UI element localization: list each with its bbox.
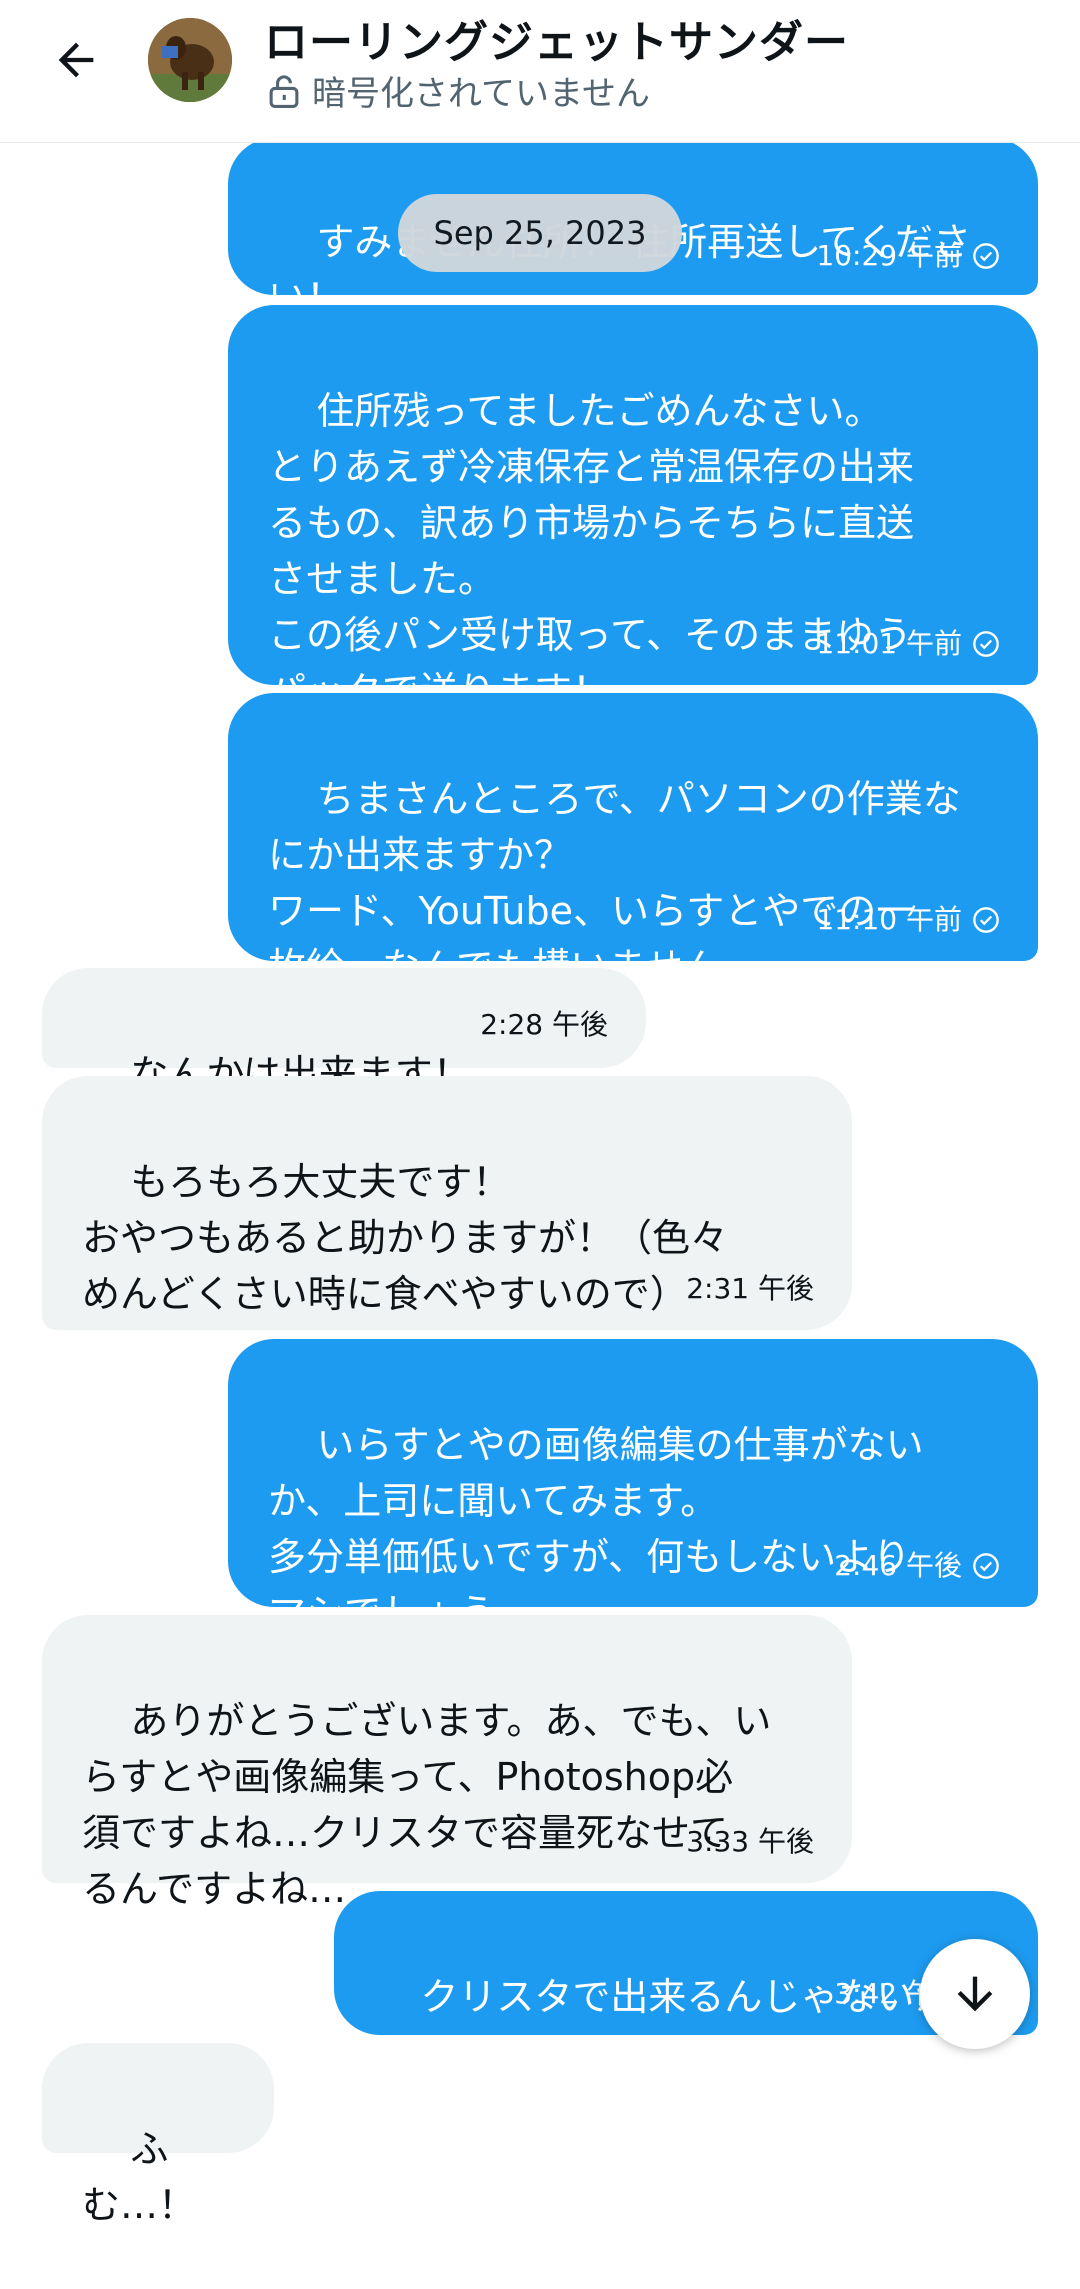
horse-avatar-image bbox=[148, 18, 232, 102]
back-button[interactable] bbox=[40, 30, 112, 90]
arrow-down-icon bbox=[957, 1976, 993, 2012]
message-bubble-outgoing[interactable]: 住所残ってましたごめんなさい。 とりあえず冷凍保存と常温保存の出来 るもの、訳あ… bbox=[228, 305, 1038, 713]
message-timestamp: 2:46 午後 bbox=[834, 1549, 1000, 1583]
message-text: ちまさんところで、パソコンの作業な にか出来ますか？ ワード、YouTube、い… bbox=[268, 777, 961, 989]
scroll-to-bottom-button[interactable] bbox=[920, 1939, 1030, 2049]
unlocked-padlock-icon bbox=[269, 74, 299, 108]
encryption-status-text: 暗号化されていません bbox=[312, 74, 650, 114]
message-timestamp: 3:33 午後 bbox=[686, 1825, 814, 1858]
message-bubble-incoming[interactable]: ふむ…！ bbox=[42, 2043, 274, 2227]
message-text: ありがとうございます。あ、でも、い らすとや画像編集って、Photoshop必 … bbox=[82, 1699, 772, 1911]
check-circle-icon bbox=[973, 243, 999, 269]
message-bubble-incoming[interactable]: もろもろ大丈夫です！ おやつもあると助かりますが！（色々 めんどくさい時に食べや… bbox=[42, 1076, 852, 1330]
message-timestamp: 11:01 午前 bbox=[816, 627, 1000, 661]
check-circle-icon bbox=[973, 907, 999, 933]
message-text: 住所残ってましたごめんなさい。 とりあえず冷凍保存と常温保存の出来 るもの、訳あ… bbox=[268, 389, 915, 713]
message-text: ふむ…！ bbox=[82, 2127, 197, 2227]
message-timestamp: 11:10 午前 bbox=[816, 903, 1000, 937]
avatar[interactable] bbox=[148, 18, 232, 102]
message-list[interactable]: すみません住所！ 住所再送してくださ い！ 10:29 午前 Sep 25, 2… bbox=[0, 138, 1080, 2227]
message-text: いらすとやの画像編集の仕事がない か、上司に聞いてみます。 多分単価低いですが、… bbox=[268, 1423, 924, 1635]
encryption-status: 暗号化されていません bbox=[268, 66, 650, 115]
message-bubble-outgoing[interactable]: いらすとやの画像編集の仕事がない か、上司に聞いてみます。 多分単価低いですが、… bbox=[228, 1339, 1038, 1635]
message-timestamp: 10:29 午前 bbox=[816, 239, 1000, 273]
message-timestamp: 2:28 午後 bbox=[480, 1008, 608, 1041]
conversation-title[interactable]: ローリングジェットサンダー bbox=[264, 6, 849, 70]
arrow-left-icon bbox=[58, 42, 94, 78]
message-text: もろもろ大丈夫です！ おやつもあると助かりますが！（色々 めんどくさい時に食べや… bbox=[82, 1160, 729, 1316]
message-timestamp: 2:31 午後 bbox=[686, 1272, 814, 1305]
conversation-header: ローリングジェットサンダー 暗号化されていません bbox=[0, 0, 1080, 143]
check-circle-icon bbox=[973, 1553, 999, 1579]
check-circle-icon bbox=[973, 631, 999, 657]
date-divider: Sep 25, 2023 bbox=[398, 194, 682, 272]
message-bubble-incoming[interactable]: なんかは出来ます！ 2:28 午後 bbox=[42, 968, 646, 1096]
message-bubble-incoming[interactable]: ありがとうございます。あ、でも、い らすとや画像編集って、Photoshop必 … bbox=[42, 1615, 852, 1911]
message-bubble-outgoing[interactable]: ちまさんところで、パソコンの作業な にか出来ますか？ ワード、YouTube、い… bbox=[228, 693, 1038, 989]
